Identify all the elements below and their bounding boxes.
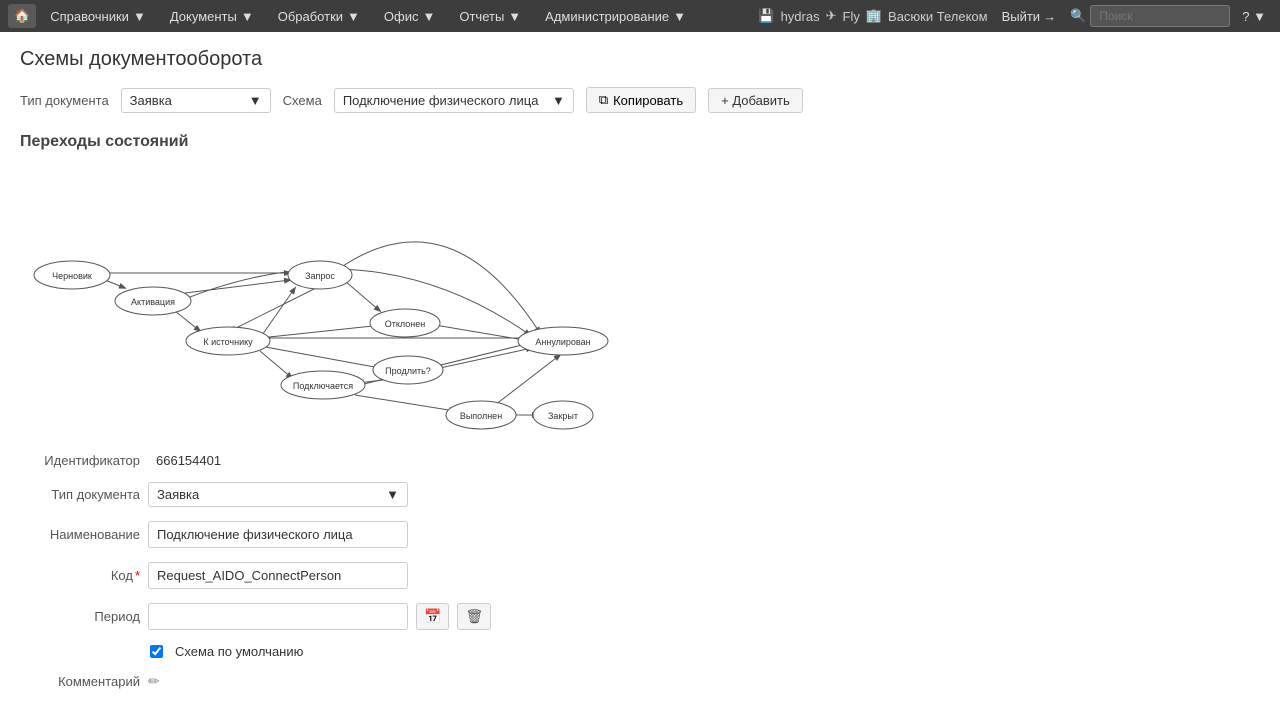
- default-schema-checkbox[interactable]: [150, 645, 163, 658]
- hydras-icon: 💾: [758, 8, 774, 24]
- code-field-row: Код: [20, 562, 1260, 589]
- comment-edit-icon[interactable]: ✏: [148, 673, 160, 690]
- search-input[interactable]: [1090, 5, 1230, 27]
- svg-text:Отклонен: Отклонен: [385, 319, 425, 329]
- fly-label: Fly: [843, 9, 860, 24]
- nav-label-office: Офис: [384, 9, 419, 24]
- dropdown-arrow-references: ▼: [133, 9, 146, 24]
- svg-text:Аннулирован: Аннулирован: [535, 337, 590, 347]
- copy-button[interactable]: ⧉ Копировать: [586, 87, 696, 113]
- svg-text:Подключается: Подключается: [293, 381, 353, 391]
- dropdown-arrow-office: ▼: [422, 9, 435, 24]
- identifier-value: 666154401: [156, 453, 221, 468]
- workflow-graph: Черновик Активация Запрос Отклонен К ист…: [20, 163, 640, 433]
- nav-item-office[interactable]: Офис ▼: [374, 0, 445, 32]
- doc-type-dropdown-arrow: ▼: [249, 93, 262, 108]
- copy-label: Копировать: [613, 93, 683, 108]
- nav-label-admin: Администрирование: [545, 9, 669, 24]
- help-button[interactable]: ? ▼: [1236, 9, 1272, 24]
- clear-icon: 🗑: [465, 608, 483, 624]
- company-label: Васюки Телеком: [888, 9, 988, 24]
- calendar-button[interactable]: 📅: [416, 603, 449, 630]
- default-schema-label: Схема по умолчанию: [175, 644, 303, 659]
- toolbar-row: Тип документа Заявка ▼ Схема Подключение…: [20, 87, 1260, 113]
- nav-label-references: Справочники: [50, 9, 129, 24]
- doc-type-select[interactable]: Заявка ▼: [121, 88, 271, 113]
- svg-text:К источнику: К источнику: [203, 337, 253, 347]
- nav-label-documents: Документы: [170, 9, 237, 24]
- dropdown-arrow-documents: ▼: [241, 9, 254, 24]
- logout-icon: →: [1043, 9, 1056, 24]
- nav-label-processing: Обработки: [278, 9, 343, 24]
- schema-value: Подключение физического лица: [343, 93, 539, 108]
- clear-date-button[interactable]: 🗑: [457, 603, 491, 630]
- nav-item-reports[interactable]: Отчеты ▼: [449, 0, 531, 32]
- form-period-label: Период: [20, 609, 140, 624]
- navbar: 🏠 Справочники ▼ Документы ▼ Обработки ▼ …: [0, 0, 1280, 32]
- svg-text:Запрос: Запрос: [305, 271, 335, 281]
- form-period-input[interactable]: [148, 603, 408, 630]
- schema-dropdown-arrow: ▼: [552, 93, 565, 108]
- calendar-icon: 📅: [424, 608, 441, 624]
- help-dropdown-arrow: ▼: [1253, 9, 1266, 24]
- transitions-section: Переходы состояний: [20, 133, 1260, 433]
- transitions-title: Переходы состояний: [20, 133, 1260, 151]
- form-code-input[interactable]: [148, 562, 408, 589]
- form-name-label: Наименование: [20, 527, 140, 542]
- period-field-row: Период 📅 🗑: [20, 603, 1260, 630]
- form-name-input[interactable]: [148, 521, 408, 548]
- home-button[interactable]: 🏠: [8, 4, 36, 28]
- dropdown-arrow-admin: ▼: [673, 9, 686, 24]
- svg-text:Продлить?: Продлить?: [385, 366, 431, 376]
- identifier-row: Идентификатор 666154401: [20, 453, 1260, 468]
- dropdown-arrow-processing: ▼: [347, 9, 360, 24]
- help-label: ?: [1242, 9, 1249, 24]
- fly-link[interactable]: ✈ Fly: [826, 8, 860, 24]
- nav-item-references[interactable]: Справочники ▼: [40, 0, 156, 32]
- hydras-label: hydras: [781, 9, 820, 24]
- logout-button[interactable]: Выйти →: [994, 9, 1065, 24]
- form-comment-label: Комментарий: [20, 674, 140, 689]
- doc-type-label: Тип документа: [20, 93, 109, 108]
- form-doc-type-value: Заявка: [157, 487, 199, 502]
- nav-label-reports: Отчеты: [459, 9, 504, 24]
- schema-select[interactable]: Подключение физического лица ▼: [334, 88, 574, 113]
- home-icon: 🏠: [14, 8, 30, 24]
- nav-item-processing[interactable]: Обработки ▼: [268, 0, 370, 32]
- company-icon: 🏢: [866, 8, 882, 24]
- search-icon: 🔍: [1070, 8, 1086, 24]
- schema-label: Схема: [283, 93, 322, 108]
- page-content: Схемы документооборота Тип документа Зая…: [0, 32, 1280, 706]
- svg-text:Активация: Активация: [131, 297, 175, 307]
- nav-item-admin[interactable]: Администрирование ▼: [535, 0, 696, 32]
- page-title: Схемы документооборота: [20, 48, 1260, 71]
- form-doc-type-arrow: ▼: [386, 487, 399, 502]
- company-link[interactable]: 🏢 Васюки Телеком: [866, 8, 988, 24]
- comment-row: Комментарий ✏: [20, 673, 1260, 690]
- form-code-label: Код: [20, 568, 140, 583]
- nav-item-documents[interactable]: Документы ▼: [160, 0, 264, 32]
- svg-text:Черновик: Черновик: [52, 271, 92, 281]
- dropdown-arrow-reports: ▼: [508, 9, 521, 24]
- doc-type-field-row: Тип документа Заявка ▼: [20, 482, 1260, 507]
- name-field-row: Наименование: [20, 521, 1260, 548]
- svg-text:Выполнен: Выполнен: [460, 411, 502, 421]
- doc-type-value: Заявка: [130, 93, 172, 108]
- form-section: Идентификатор 666154401 Тип документа За…: [20, 453, 1260, 690]
- add-label: + Добавить: [721, 93, 790, 108]
- copy-icon: ⧉: [599, 92, 608, 108]
- graph-area: Черновик Активация Запрос Отклонен К ист…: [20, 163, 640, 433]
- add-button[interactable]: + Добавить: [708, 88, 803, 113]
- svg-text:Закрыт: Закрыт: [548, 411, 578, 421]
- logout-label: Выйти: [1002, 9, 1041, 24]
- hydras-link[interactable]: 💾 hydras: [758, 8, 819, 24]
- form-doc-type-select[interactable]: Заявка ▼: [148, 482, 408, 507]
- default-schema-row: Схема по умолчанию: [150, 644, 1260, 659]
- form-doc-type-label: Тип документа: [20, 487, 140, 502]
- fly-icon: ✈: [826, 8, 837, 24]
- identifier-label: Идентификатор: [20, 453, 140, 468]
